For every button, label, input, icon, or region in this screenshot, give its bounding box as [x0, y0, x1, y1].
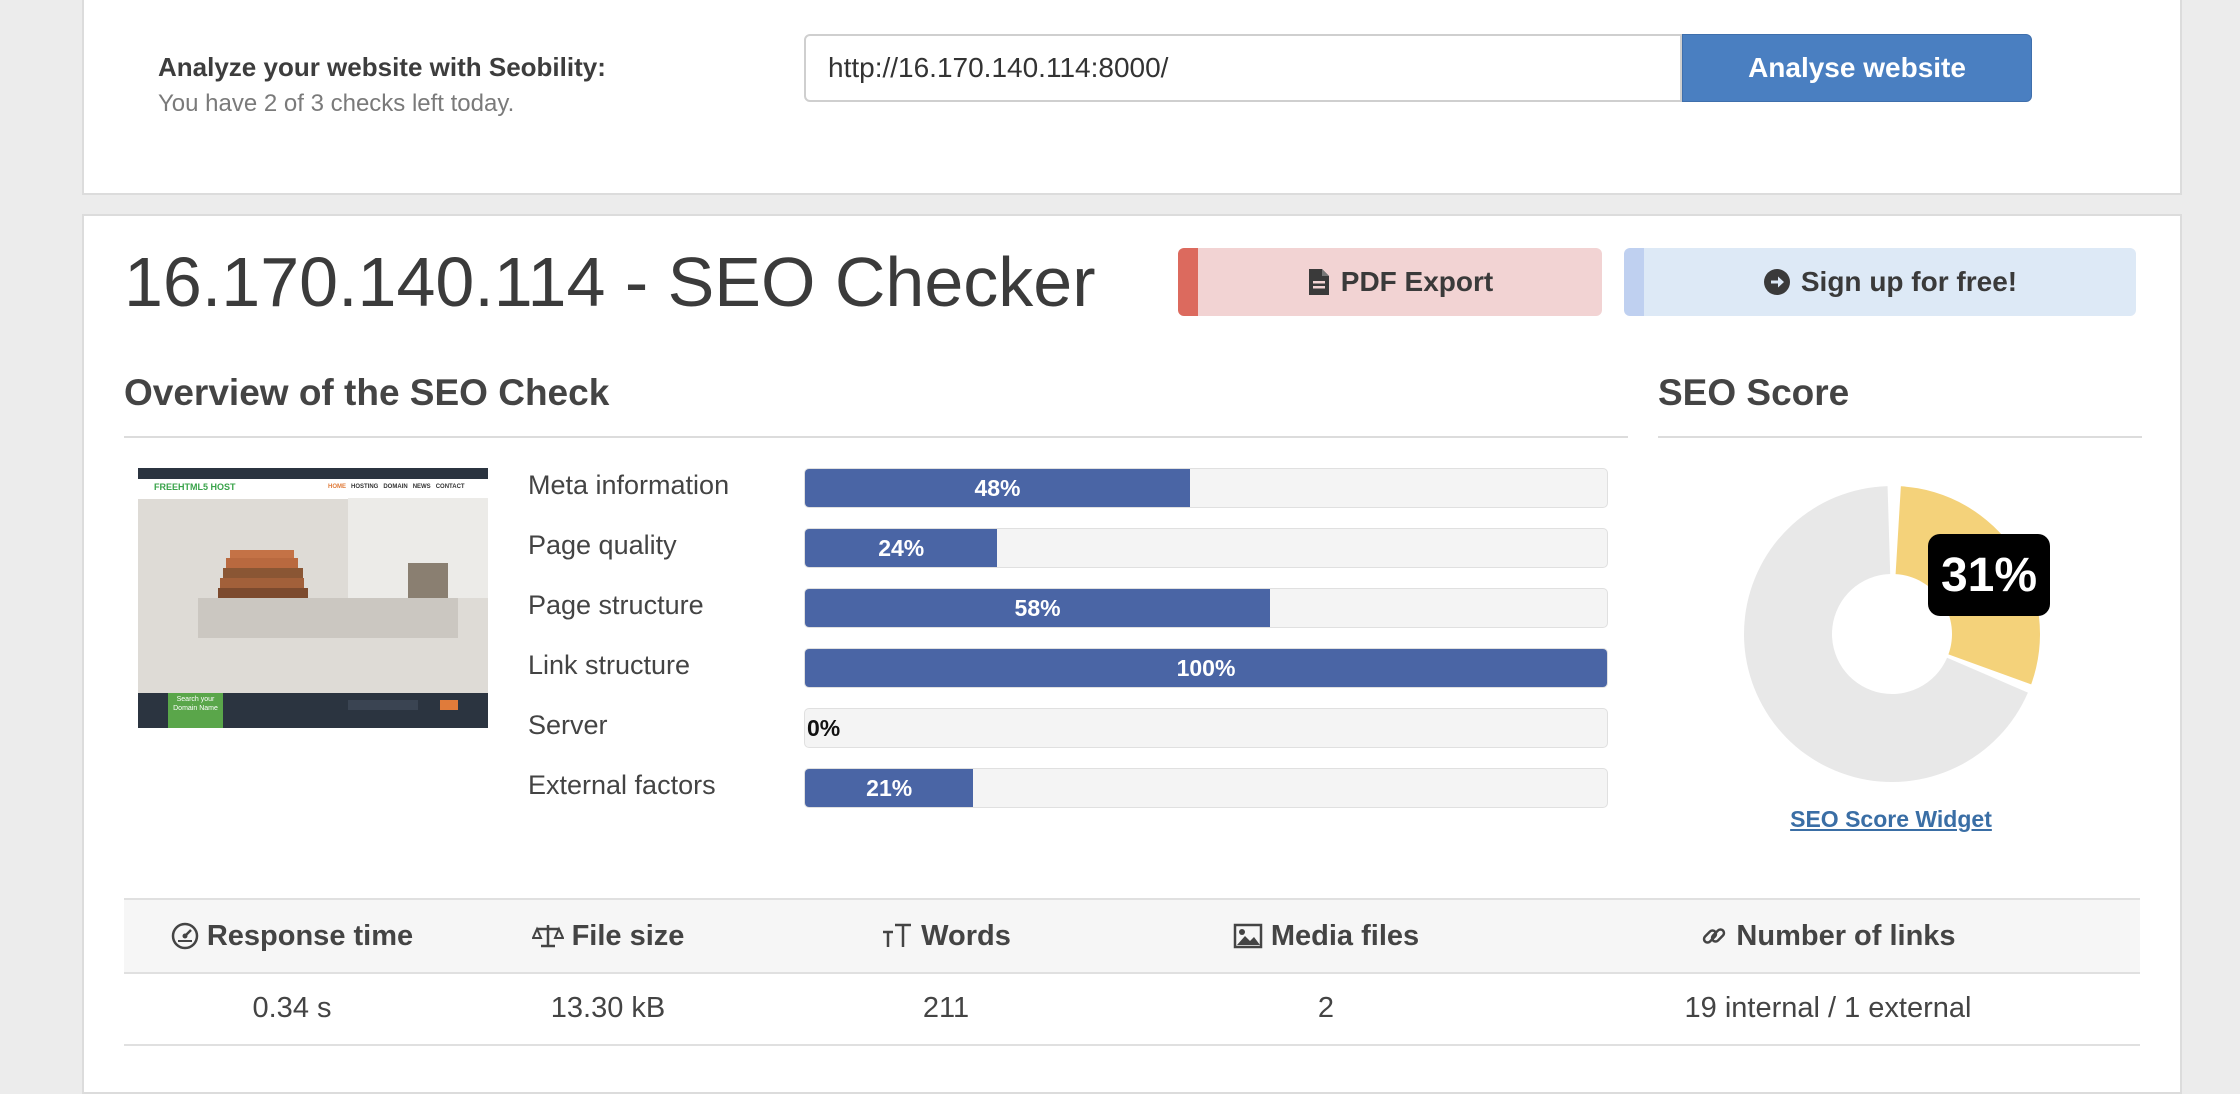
pdf-export-button[interactable]: PDF Export: [1178, 248, 1602, 316]
stat-header-label: Number of links: [1736, 919, 1956, 952]
analyze-title: Analyze your website with Seobility:: [158, 52, 606, 82]
stats-values-row: 0.34 s 13.30 kB 211 2 19 internal / 1 ex…: [124, 972, 2140, 1046]
stat-header-label: Media files: [1270, 919, 1420, 952]
metric-value: 100%: [1176, 654, 1236, 681]
metric-value: 0%: [807, 715, 841, 741]
seo-score-donut: [1744, 486, 2040, 782]
metric-bar-page-structure: 58%: [804, 588, 1608, 628]
preview-nav: HOME HOSTING DOMAIN NEWS CONTACT: [328, 484, 465, 490]
stat-header-label: File size: [571, 919, 685, 952]
link-icon: [1700, 922, 1728, 950]
stats-header-row: Response time File size Words Media file…: [124, 898, 2140, 974]
stat-header-number-of-links: Number of links: [1516, 900, 2140, 972]
file-pdf-icon: [1307, 268, 1331, 296]
stat-header-label: Response time: [206, 919, 414, 952]
scale-icon: [531, 922, 564, 950]
url-input[interactable]: [804, 34, 1682, 102]
analyse-website-button[interactable]: Analyse website: [1682, 34, 2032, 102]
seo-check-panel: 16.170.140.114 - SEO Checker PDF Export …: [82, 214, 2182, 1094]
checks-left-text: You have 2 of 3 checks left today.: [158, 90, 515, 117]
seo-score-widget-link[interactable]: SEO Score Widget: [1742, 806, 2040, 833]
image-icon: [1233, 923, 1263, 949]
metric-fill: 21%: [805, 769, 974, 807]
analyze-panel: Analyze your website with Seobility: You…: [82, 0, 2182, 195]
text-size-icon: [881, 922, 913, 950]
metric-bar-meta-information: 48%: [804, 468, 1608, 508]
stat-header-file-size: File size: [460, 900, 756, 972]
overview-divider: [124, 436, 1628, 438]
stat-value-response-time: 0.34 s: [252, 991, 332, 1024]
metric-value: 48%: [974, 474, 1021, 501]
metric-fill: 100%: [805, 649, 1607, 687]
metric-label-meta-information: Meta information: [528, 470, 730, 500]
stat-value-number-of-links: 19 internal / 1 external: [1684, 991, 1972, 1024]
preview-nav-item: HOSTING: [351, 484, 379, 490]
page-title: 16.170.140.114 - SEO Checker: [124, 243, 1096, 321]
stat-value-media-files: 2: [1317, 991, 1335, 1024]
dashboard-icon: [171, 922, 199, 950]
sign-up-label: Sign up for free!: [1800, 266, 2018, 297]
stat-header-words: Words: [756, 900, 1136, 972]
sign-up-button[interactable]: Sign up for free!: [1624, 248, 2136, 316]
stat-header-label: Words: [921, 919, 1011, 952]
website-preview-image: [138, 468, 488, 728]
metric-value: 21%: [866, 774, 913, 801]
arrow-circle-right-icon: [1763, 268, 1791, 296]
stat-header-response-time: Response time: [124, 900, 460, 972]
metric-value: 58%: [1014, 594, 1061, 621]
preview-nav-item: CONTACT: [435, 484, 465, 490]
score-divider: [1658, 436, 2142, 438]
stat-value-file-size: 13.30 kB: [550, 991, 666, 1024]
metric-label-link-structure: Link structure: [528, 650, 691, 680]
metric-label-page-quality: Page quality: [528, 530, 677, 560]
overview-heading: Overview of the SEO Check: [124, 372, 610, 413]
metric-bar-link-structure: 100%: [804, 648, 1608, 688]
metric-bar-page-quality: 24%: [804, 528, 1608, 568]
stat-value-words: 211: [922, 991, 970, 1024]
seo-score-value: 31%: [1928, 534, 2050, 616]
website-screenshot: FREEHTML5 HOST HOME HOSTING DOMAIN NEWS …: [138, 468, 488, 728]
metric-label-server: Server: [528, 710, 608, 740]
metric-fill: 58%: [805, 589, 1271, 627]
preview-cta: Search your Domain Name: [173, 696, 218, 712]
metric-fill: 48%: [805, 469, 1190, 507]
metric-bar-server: 0%: [804, 708, 1608, 748]
preview-nav-item: HOME: [328, 484, 346, 490]
metric-label-external-factors: External factors: [528, 770, 716, 800]
preview-nav-item: DOMAIN: [383, 484, 408, 490]
metric-bar-external-factors: 21%: [804, 768, 1608, 808]
preview-nav-item: NEWS: [412, 484, 431, 490]
stat-header-media-files: Media files: [1136, 900, 1516, 972]
metric-value: 24%: [878, 534, 925, 561]
preview-brand: FREEHTML5 HOST: [154, 482, 236, 492]
seo-score-heading: SEO Score: [1658, 372, 1850, 413]
pdf-export-label: PDF Export: [1340, 266, 1494, 297]
metric-label-page-structure: Page structure: [528, 590, 704, 620]
metric-fill: 24%: [805, 529, 998, 567]
